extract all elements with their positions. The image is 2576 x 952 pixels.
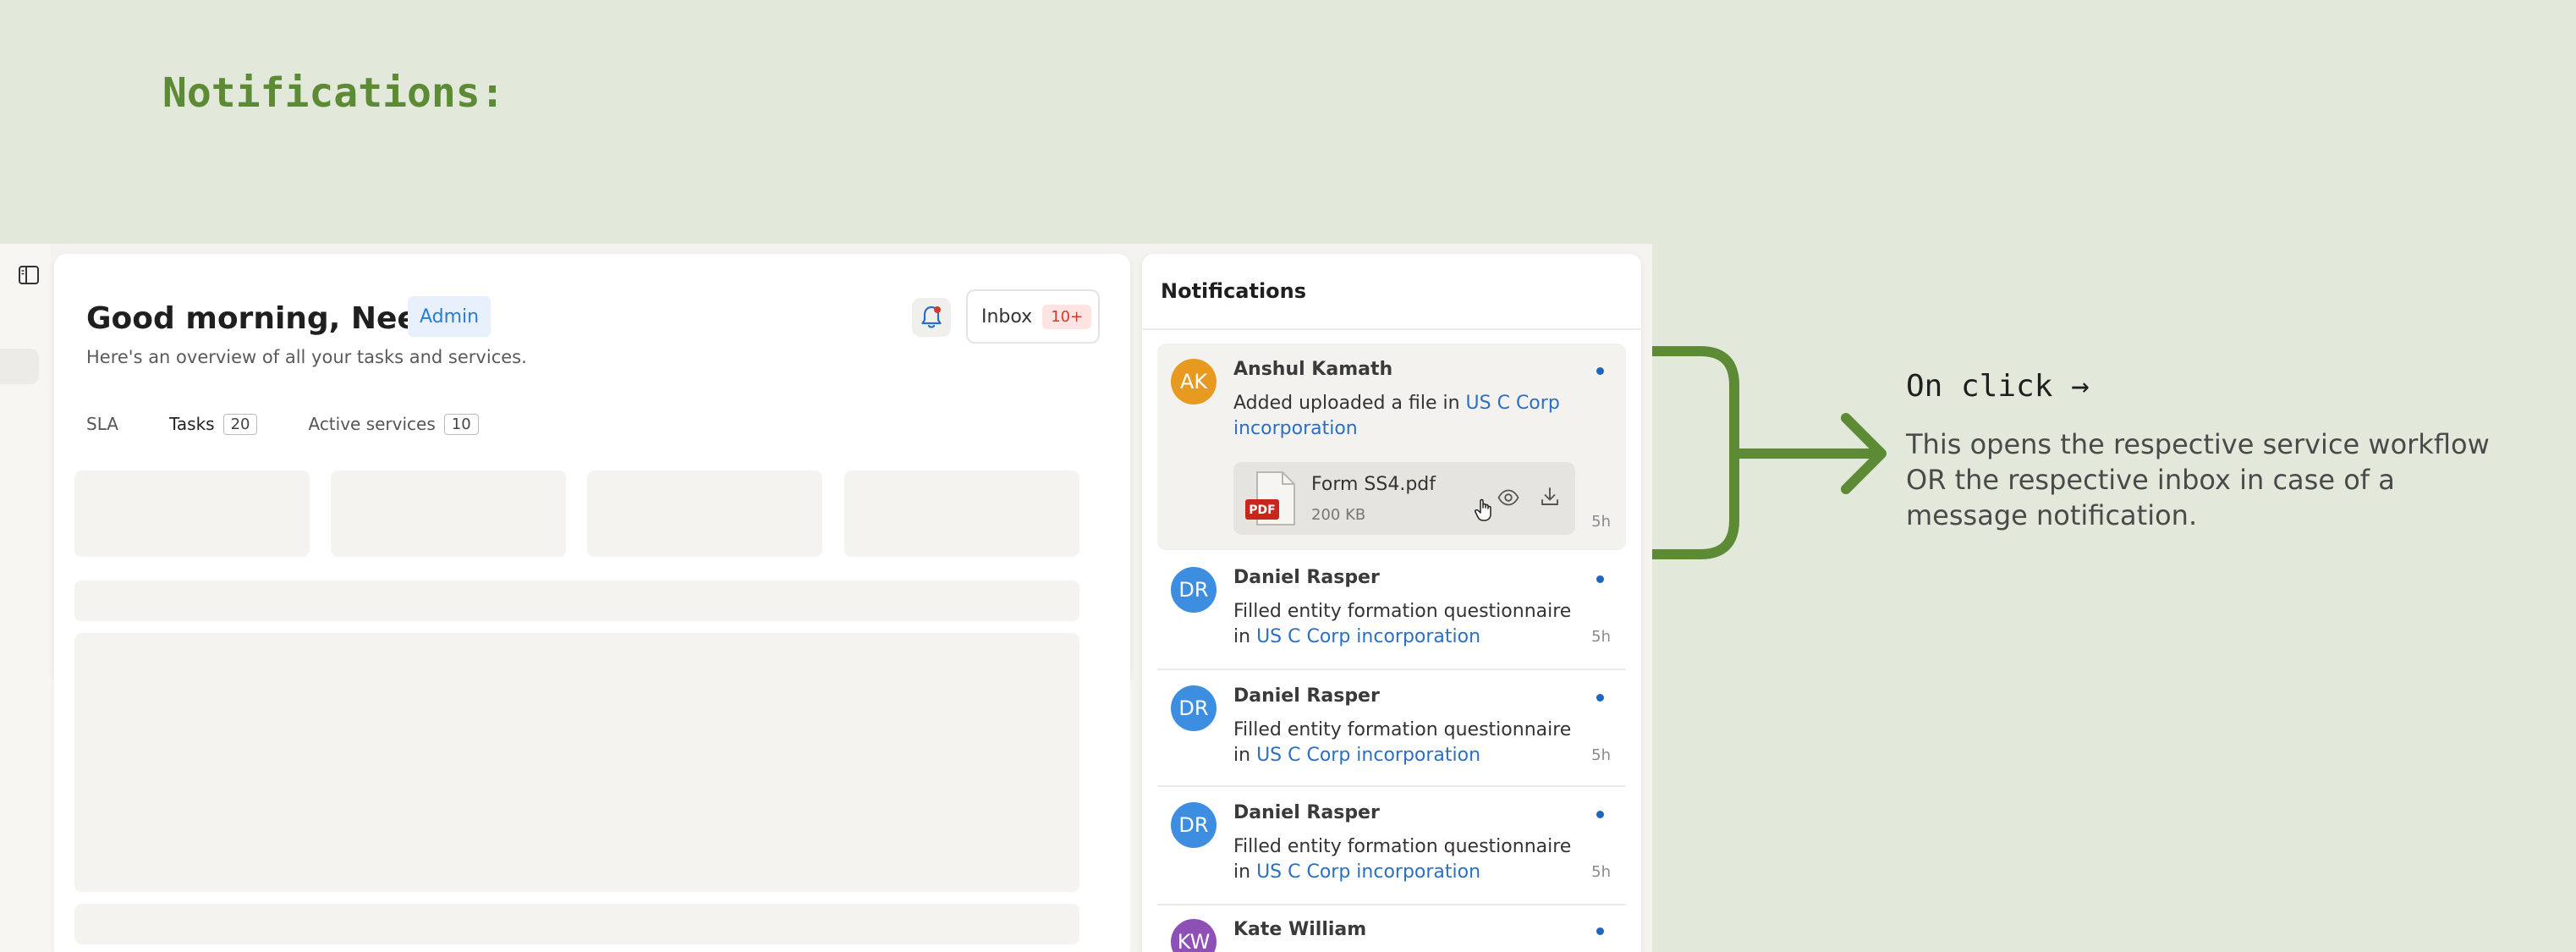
inbox-count-badge: 10+ <box>1042 304 1092 329</box>
notification-time: 5h <box>1591 513 1611 531</box>
attachment-size: 200 KB <box>1311 506 1366 524</box>
notifications-panel: Notifications AK Anshul Kamath Added upl… <box>1142 254 1641 952</box>
avatar: DR <box>1171 567 1217 613</box>
tab-label: SLA <box>86 414 118 434</box>
tab-label: Active services <box>308 414 436 434</box>
sidebar-toggle-icon[interactable] <box>19 266 39 284</box>
hand-cursor-icon <box>1475 498 1491 521</box>
skeleton-bar <box>74 904 1079 944</box>
skeleton-table <box>74 633 1079 892</box>
tab-sla[interactable]: SLA <box>78 386 127 462</box>
notification-sender: Daniel Rasper <box>1233 802 1380 823</box>
avatar: AK <box>1171 359 1217 404</box>
notification-link[interactable]: US C Corp incorporation <box>1256 745 1480 766</box>
pdf-file-icon: PDF <box>1245 471 1295 526</box>
unread-dot <box>1596 811 1604 818</box>
unread-dot <box>1596 694 1604 702</box>
notification-text: Filled entity formation questionnaire in… <box>1233 718 1589 768</box>
notification-link[interactable]: US C Corp incorporation <box>1256 861 1480 883</box>
notification-time: 5h <box>1591 628 1611 646</box>
notification-text: Added uploaded a file in US C Corp incor… <box>1233 391 1589 442</box>
tab-tasks[interactable]: Tasks 20 <box>160 386 266 462</box>
page-heading: Notifications: <box>162 69 505 117</box>
inbox-button[interactable]: Inbox 10+ <box>966 289 1100 344</box>
notification-message: Added uploaded a file in <box>1233 393 1466 414</box>
role-badge: Admin <box>408 296 492 337</box>
avatar: KW <box>1171 919 1217 952</box>
annotation-title: On click → <box>1906 369 2090 404</box>
skeleton-stat-card <box>587 470 822 557</box>
notification-sender: Daniel Rasper <box>1233 567 1380 588</box>
greeting-subtitle: Here's an overview of all your tasks and… <box>86 347 527 367</box>
skeleton-stat-card <box>331 470 566 557</box>
notification-item[interactable]: DR Daniel Rasper Filled entity formation… <box>1157 677 1626 787</box>
tab-count: 20 <box>222 413 258 435</box>
unread-dot <box>1596 367 1604 375</box>
notification-link[interactable]: US C Corp incorporation <box>1256 626 1480 647</box>
notification-sender: Kate William <box>1233 919 1367 940</box>
notification-item[interactable]: KW Kate William <box>1157 912 1626 952</box>
divider <box>1157 785 1626 787</box>
eye-icon[interactable] <box>1497 489 1519 506</box>
notification-item[interactable]: DR Daniel Rasper Filled entity formation… <box>1157 795 1626 905</box>
tab-label: Tasks <box>168 414 215 434</box>
notification-sender: Anshul Kamath <box>1233 359 1393 380</box>
annotation-description: This opens the respective service workfl… <box>1906 428 2490 531</box>
inbox-label: Inbox <box>981 305 1033 327</box>
pdf-type-label: PDF <box>1249 504 1275 517</box>
notification-text: Filled entity formation questionnaire in… <box>1233 834 1589 885</box>
tab-count: 10 <box>443 413 479 435</box>
dashboard-body-card <box>54 452 1130 952</box>
divider <box>1142 328 1641 330</box>
notifications-bell-button[interactable] <box>912 298 951 337</box>
unread-dot <box>1596 927 1604 935</box>
notification-text: Filled entity formation questionnaire in… <box>1233 599 1589 650</box>
skeleton-bar <box>74 581 1079 621</box>
sidebar-rail <box>0 244 51 952</box>
divider <box>1157 904 1626 905</box>
download-icon[interactable] <box>1540 486 1560 508</box>
attachment-card[interactable]: PDF Form SS4.pdf 200 KB <box>1233 462 1575 535</box>
divider <box>1157 669 1626 670</box>
dashboard-tabs: SLA Tasks 20 Active services 10 <box>78 386 521 462</box>
notification-time: 5h <box>1591 863 1611 881</box>
notification-sender: Daniel Rasper <box>1233 685 1380 707</box>
notification-item[interactable]: AK Anshul Kamath Added uploaded a file i… <box>1157 344 1626 550</box>
avatar: DR <box>1171 802 1217 848</box>
notification-time: 5h <box>1591 746 1611 764</box>
skeleton-stat-card <box>844 470 1079 557</box>
skeleton-stat-card <box>74 470 310 557</box>
notifications-title: Notifications <box>1161 279 1307 303</box>
bell-icon <box>921 305 942 328</box>
attachment-name: Form SS4.pdf <box>1311 474 1436 495</box>
bracket-arrow-connector <box>1652 346 1887 559</box>
unread-dot <box>1596 575 1604 583</box>
tab-active-services[interactable]: Active services 10 <box>299 386 486 462</box>
greeting-title: Good morning, Neeti <box>86 301 443 336</box>
sidebar-active-item[interactable] <box>0 349 39 384</box>
app-window: Good morning, Neeti Admin Here's an over… <box>0 244 1652 952</box>
avatar: DR <box>1171 685 1217 731</box>
notification-item[interactable]: DR Daniel Rasper Filled entity formation… <box>1157 560 1626 670</box>
